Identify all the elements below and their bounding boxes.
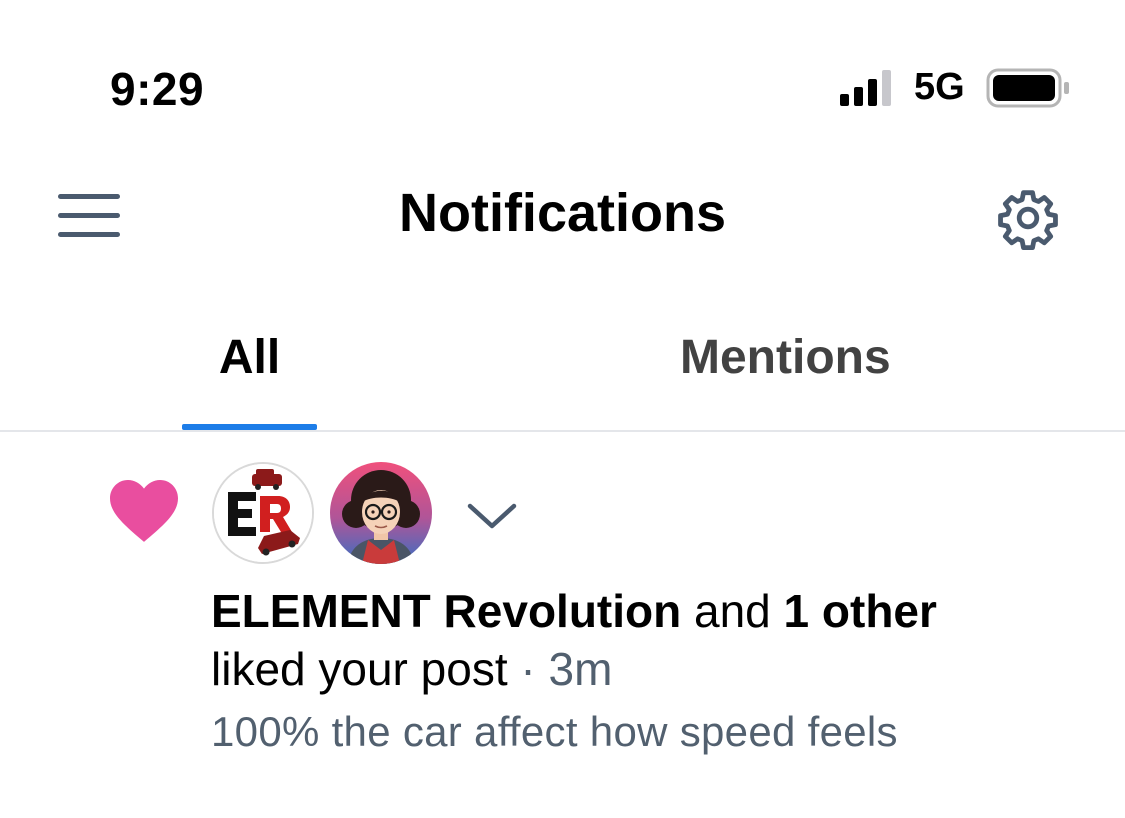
actor-name[interactable]: ELEMENT Revolution xyxy=(211,585,681,637)
conjunction-text: and xyxy=(681,585,784,637)
tab-divider xyxy=(0,430,1125,432)
signal-strength-icon xyxy=(840,70,891,106)
page-title: Notifications xyxy=(398,183,726,243)
tab-mentions[interactable]: Mentions xyxy=(680,330,891,385)
chevron-down-icon[interactable] xyxy=(466,500,518,532)
tab-all[interactable]: All xyxy=(182,330,317,385)
battery-icon xyxy=(986,68,1069,108)
user-avatar[interactable] xyxy=(330,462,432,564)
network-type: 5G xyxy=(914,66,965,108)
heart-icon xyxy=(110,480,178,542)
notifications-screen: 9:29 5G Notifications All Mentions ELEME… xyxy=(0,0,1125,818)
notification-summary: ELEMENT Revolution and 1 other xyxy=(211,584,937,638)
others-count[interactable]: 1 other xyxy=(784,585,937,637)
notification-action: liked your post · 3m xyxy=(211,642,612,696)
post-preview[interactable]: 100% the car affect how speed feels xyxy=(211,708,898,756)
element-revolution-avatar[interactable] xyxy=(212,462,314,564)
status-time: 9:29 xyxy=(110,63,205,115)
timestamp: 3m xyxy=(548,643,613,695)
action-text: liked your post xyxy=(211,643,508,695)
gear-icon[interactable] xyxy=(996,186,1060,250)
separator-dot: · xyxy=(507,643,549,695)
